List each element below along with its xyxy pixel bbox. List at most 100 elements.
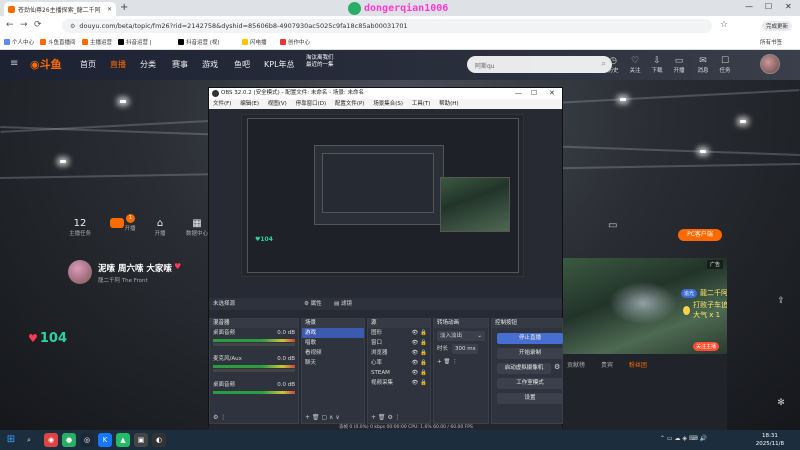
minimize-button[interactable]: — [745, 2, 753, 11]
go-live-button[interactable]: ▭ 开播 [668, 56, 690, 74]
forward-arrow-icon[interactable]: → [20, 20, 28, 30]
system-clock[interactable]: 18:31 2025/11/8 [756, 432, 784, 448]
nav-games[interactable]: 游戏 [202, 59, 218, 70]
follow-button[interactable]: ♡ 关注 [624, 56, 646, 74]
obs-icon[interactable]: ◐ [152, 433, 166, 447]
pc-client-button[interactable]: PC客户端 [678, 229, 722, 241]
source-item[interactable]: STEAM 👁 🔒 [368, 368, 430, 378]
douyu-logo[interactable]: ◉斗鱼 [30, 56, 70, 74]
properties-button[interactable]: ⚙ 属性 [304, 298, 322, 310]
mixer-tools[interactable]: ⚙ ⋮ [213, 414, 226, 421]
url-field[interactable]: ⚙ douyu.com/beta/topic/fm26?rid=2142758&… [62, 19, 712, 33]
tray-icons[interactable]: ⌃ ▭ ☁ ◈ ⌨ 🔊 [660, 435, 707, 442]
reload-icon[interactable]: ⟳ [34, 20, 42, 30]
menu-help[interactable]: 帮助(H) [439, 101, 458, 107]
maximize-button[interactable]: ☐ [765, 2, 772, 11]
volume-slider[interactable] [213, 369, 295, 372]
all-bookmarks[interactable]: 所有书签 [760, 38, 782, 46]
search-icon[interactable]: ⌕ [22, 433, 36, 447]
duration-input[interactable]: 300 ms [452, 344, 479, 354]
site-info-icon[interactable]: ⚙ [70, 23, 75, 30]
obs-minimize-button[interactable]: — [515, 88, 522, 99]
source-item[interactable]: 视频采集 👁 🔒 [368, 378, 430, 388]
bookmark-item[interactable]: 斗鱼直播间 [40, 38, 76, 46]
bookmark-item[interactable]: 个人中心 [4, 38, 34, 46]
scene-item[interactable]: 聊天 [302, 358, 364, 368]
menu-icon[interactable]: ≡ [10, 58, 18, 69]
chrome-icon[interactable]: ◉ [44, 433, 58, 447]
scene-item[interactable]: 看视频 [302, 348, 364, 358]
streamer-avatar[interactable] [68, 260, 92, 284]
terminal-icon[interactable]: ▣ [134, 433, 148, 447]
share-icon[interactable]: ⇪ [772, 296, 790, 312]
source-item[interactable]: 图形 👁 🔒 [368, 328, 430, 338]
messages-button[interactable]: ✉ 消息 [692, 56, 714, 74]
live-video-player[interactable]: 广告 追光龍二千阿 来了 打败子车追moon大哥 送出 大气 x 1 关注主播 [563, 258, 727, 354]
bookmark-star-icon[interactable]: ☆ [720, 20, 728, 30]
kugou-icon[interactable]: K [98, 433, 112, 447]
transition-type-select[interactable]: 淡入淡出 ⌄ [437, 331, 485, 341]
new-tab-button[interactable]: + [120, 2, 128, 13]
bookmark-item[interactable]: 抖音运营 | [118, 38, 152, 46]
scene-item[interactable]: 游戏 [302, 328, 364, 338]
history-button[interactable]: ◷ 历史 [602, 56, 624, 74]
nav-fishbar[interactable]: 鱼吧 [234, 59, 250, 70]
virtual-camera-button[interactable]: 启动虚拟摄像机 [497, 363, 551, 374]
follow-streamer-button[interactable]: 关注主播 [693, 342, 720, 351]
menu-tools[interactable]: 工具(T) [412, 101, 431, 107]
filters-button[interactable]: ▤ 滤镜 [334, 298, 352, 310]
scene-item[interactable]: 唱歌 [302, 338, 364, 348]
transition-tools[interactable]: + 🗑 ⋮ [434, 357, 488, 367]
bookmark-item[interactable]: 抖音运营 (视) [178, 38, 220, 46]
obs-preview[interactable]: ♥104 [241, 114, 524, 277]
source-tools[interactable]: + 🗑 ⚙ ⋮ [371, 414, 401, 421]
virtual-camera-settings-icon[interactable]: ⚙ [554, 363, 560, 371]
nav-live[interactable]: 直播 [110, 59, 126, 70]
promo-banner[interactable]: 淘汰离我们 最近的一集 [306, 55, 334, 69]
settings-button[interactable]: 设置 [497, 393, 563, 404]
update-button[interactable]: 完成更新 [762, 21, 793, 31]
nav-kpl[interactable]: KPL年总 [264, 59, 295, 70]
back-arrow-icon[interactable]: ← [6, 20, 14, 30]
source-item[interactable]: 心率 👁 🔒 [368, 358, 430, 368]
screen-icon[interactable]: ▭ [608, 220, 617, 231]
tab-vip[interactable]: 贵宾 [601, 362, 613, 369]
menu-profile[interactable]: 配置文件(P) [335, 101, 365, 107]
obs-close-button[interactable]: ✕ [549, 88, 555, 99]
browser-tab[interactable]: 苍劲仙尊26主播探索_龍二千阿 ✕ [4, 2, 116, 16]
menu-edit[interactable]: 编辑(E) [240, 101, 259, 107]
source-item[interactable]: 浏览器 👁 🔒 [368, 348, 430, 358]
user-avatar[interactable] [760, 54, 780, 74]
download-button[interactable]: ⇩ 下载 [646, 56, 668, 74]
stat-broadcast[interactable]: ⌂ 开播 [145, 218, 175, 237]
studio-mode-button[interactable]: 工作室模式 [497, 378, 563, 389]
menu-file[interactable]: 文件(F) [213, 101, 231, 107]
scene-tools[interactable]: + 🗑 ▢ ∧ ∨ [305, 414, 340, 421]
start-recording-button[interactable]: 开始录制 [497, 348, 563, 359]
stat-tasks[interactable]: 12 主播任务 [65, 218, 95, 237]
nav-events[interactable]: 赛事 [172, 59, 188, 70]
wechat-icon[interactable]: ● [62, 433, 76, 447]
app-icon[interactable]: ▲ [116, 433, 130, 447]
search-input[interactable]: 阿斯qu ⌕ [467, 56, 612, 73]
menu-view[interactable]: 视图(V) [268, 101, 287, 107]
source-item[interactable]: 窗口 👁 🔒 [368, 338, 430, 348]
menu-docks[interactable]: 停靠窗口(D) [296, 101, 327, 107]
volume-slider[interactable] [213, 343, 295, 346]
tab-contrib[interactable]: 贡献榜 [567, 362, 585, 369]
nav-home[interactable]: 首页 [80, 59, 96, 70]
tasks-button[interactable]: ☐ 任务 [714, 56, 736, 74]
bookmark-item[interactable]: 闪电播 [242, 38, 267, 46]
obs-maximize-button[interactable]: ☐ [531, 88, 537, 99]
start-icon[interactable]: ⊞ [4, 433, 18, 447]
stop-streaming-button[interactable]: 停止直播 [497, 333, 563, 344]
nav-category[interactable]: 分类 [140, 59, 156, 70]
tab-fans[interactable]: 粉丝团 [629, 362, 647, 369]
bookmark-item[interactable]: 主播运营 [82, 38, 112, 46]
close-window-button[interactable]: ✕ [785, 2, 792, 11]
bookmark-item[interactable]: 创作中心 [280, 38, 310, 46]
settings-icon[interactable]: ✻ [772, 398, 790, 414]
steam-icon[interactable]: ◎ [80, 433, 94, 447]
close-tab-icon[interactable]: ✕ [107, 6, 112, 13]
menu-scene-collection[interactable]: 场景集合(S) [373, 101, 403, 107]
